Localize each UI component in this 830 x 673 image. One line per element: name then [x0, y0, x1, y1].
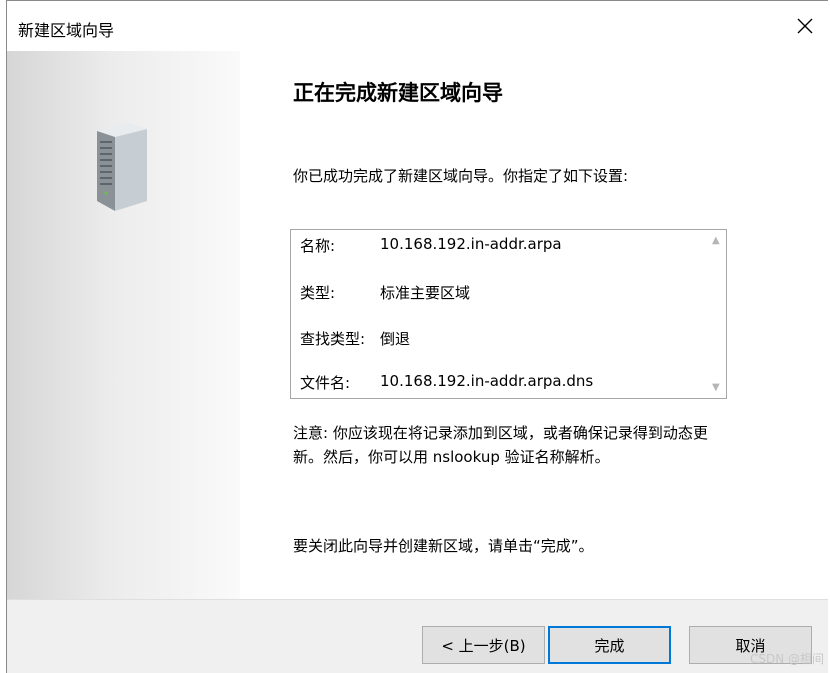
finish-button[interactable]: 完成 — [548, 626, 671, 664]
button-bar: < 上一步(B) 完成 取消 — [7, 599, 828, 673]
watermark: CSDN @相间 — [749, 652, 824, 666]
summary-value: 标准主要区域 — [380, 284, 471, 302]
summary-value: 10.168.192.in-addr.arpa — [380, 235, 562, 253]
wizard-side-panel — [7, 51, 240, 599]
scroll-down-arrow-icon[interactable]: ▼ — [712, 382, 720, 393]
note-text: 注意: 你应该现在将记录添加到区域，或者确保记录得到动态更 新。然后，你可以用 … — [293, 421, 773, 469]
page-heading: 正在完成新建区域向导 — [293, 81, 503, 105]
summary-row-file-name: 文件名: 10.168.192.in-addr.arpa.dns — [300, 372, 593, 393]
summary-key: 文件名: — [300, 374, 351, 392]
note-line-1: 注意: 你应该现在将记录添加到区域，或者确保记录得到动态更 — [293, 424, 708, 442]
summary-value: 倒退 — [380, 330, 411, 348]
summary-scrollbar[interactable]: ▲ ▼ — [708, 230, 726, 398]
title-bar: 新建区域向导 — [7, 1, 828, 51]
summary-value: 10.168.192.in-addr.arpa.dns — [380, 372, 594, 390]
close-hint-text: 要关闭此向导并创建新区域，请单击“完成”。 — [293, 537, 594, 555]
summary-key: 查找类型: — [300, 330, 366, 348]
window-title: 新建区域向导 — [18, 21, 115, 40]
close-icon — [797, 18, 813, 34]
settings-summary-box[interactable]: 名称: 10.168.192.in-addr.arpa 类型: 标准主要区域 查… — [290, 229, 727, 399]
back-button[interactable]: < 上一步(B) — [422, 626, 545, 664]
note-line-2: 新。然后，你可以用 nslookup 验证名称解析。 — [293, 448, 610, 466]
summary-key: 名称: — [300, 237, 336, 255]
new-zone-wizard-dialog: 新建区域向导 正在完成新建区域向导 你已成功完成了新建区域向导。你指定了如下设置… — [6, 0, 828, 673]
intro-text: 你已成功完成了新建区域向导。你指定了如下设置: — [293, 167, 629, 185]
close-button[interactable] — [790, 11, 820, 41]
summary-row-name: 名称: 10.168.192.in-addr.arpa — [300, 235, 562, 256]
summary-key: 类型: — [300, 284, 336, 302]
server-icon — [97, 123, 147, 211]
wizard-content: 正在完成新建区域向导 你已成功完成了新建区域向导。你指定了如下设置: 名称: 1… — [240, 51, 828, 599]
scroll-up-arrow-icon[interactable]: ▲ — [712, 235, 720, 246]
summary-row-type: 类型: 标准主要区域 — [300, 282, 470, 303]
summary-row-lookup-type: 查找类型: 倒退 — [300, 328, 410, 349]
